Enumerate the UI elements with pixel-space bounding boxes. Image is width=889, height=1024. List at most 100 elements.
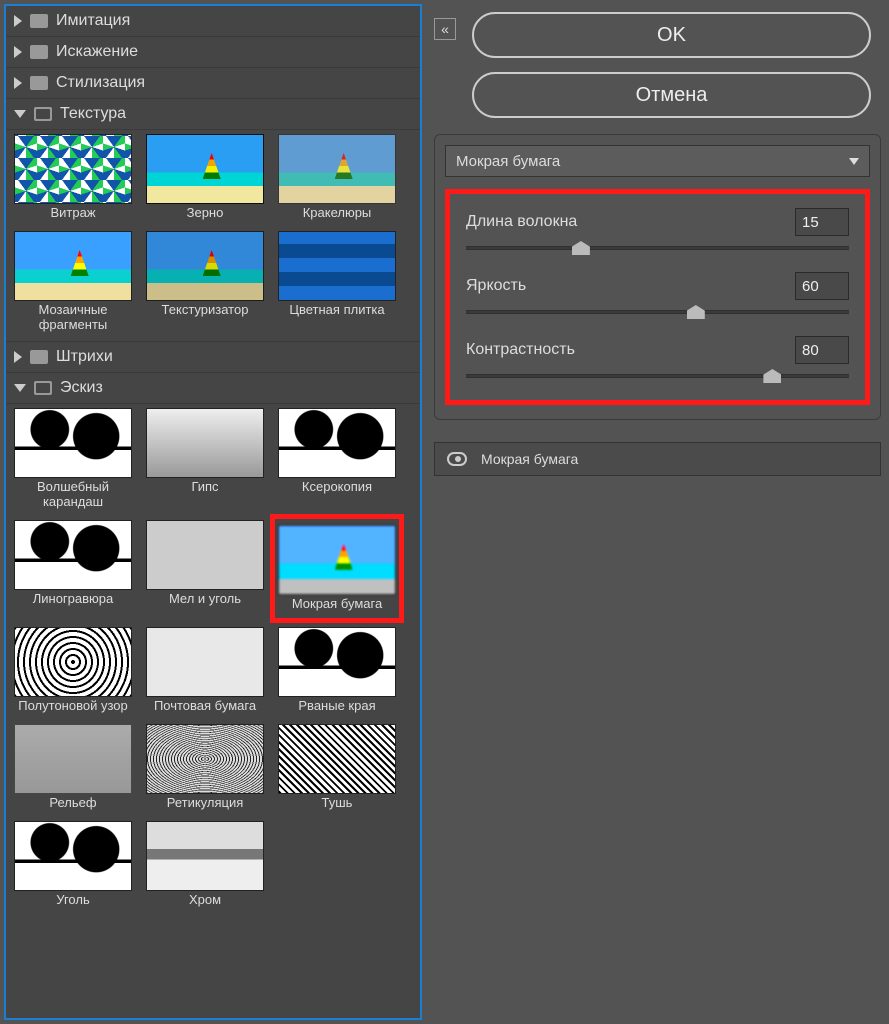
thumb-preview bbox=[14, 821, 132, 891]
filter-thumb-note-paper[interactable]: Почтовая бумага bbox=[144, 627, 266, 714]
slider-thumb[interactable] bbox=[687, 305, 705, 319]
thumb-preview bbox=[14, 134, 132, 204]
filter-thumb-torn-edges[interactable]: Рваные края bbox=[276, 627, 398, 714]
cancel-button[interactable]: Отмена bbox=[472, 72, 871, 118]
thumb-preview bbox=[14, 520, 132, 590]
filter-thumb-conte-crayon[interactable]: Волшебный карандаш bbox=[12, 408, 134, 510]
thumb-label: Мозаичные фрагменты bbox=[12, 303, 134, 333]
thumb-preview bbox=[146, 821, 264, 891]
filter-thumb-lino[interactable]: Линогравюра bbox=[12, 520, 134, 617]
filter-thumb-graphic-pen[interactable]: Тушь bbox=[276, 724, 398, 811]
thumb-label: Цветная плитка bbox=[289, 303, 384, 318]
param-label: Яркость bbox=[466, 277, 526, 295]
thumb-label: Ретикуляция bbox=[167, 796, 244, 811]
thumb-label: Витраж bbox=[50, 206, 95, 221]
category-label: Эскиз bbox=[60, 379, 103, 397]
filter-thumb-water-paper[interactable]: Мокрая бумага bbox=[270, 514, 404, 623]
thumb-label: Полутоновой узор bbox=[18, 699, 127, 714]
filter-thumb-texturizer[interactable]: Текстуризатор bbox=[144, 231, 266, 333]
folder-open-icon bbox=[34, 107, 52, 121]
folder-icon bbox=[30, 76, 48, 90]
visibility-eye-icon[interactable] bbox=[447, 452, 467, 466]
brightness-input[interactable] bbox=[795, 272, 849, 300]
filter-thumb-stained-glass[interactable]: Витраж bbox=[12, 134, 134, 221]
thumb-preview bbox=[146, 134, 264, 204]
filter-thumb-reticulation[interactable]: Ретикуляция bbox=[144, 724, 266, 811]
filter-thumb-patchwork[interactable]: Цветная плитка bbox=[276, 231, 398, 333]
thumb-label: Волшебный карандаш bbox=[12, 480, 134, 510]
thumb-preview bbox=[14, 627, 132, 697]
filter-thumb-photocopy[interactable]: Ксерокопия bbox=[276, 408, 398, 510]
filter-thumb-craquelure[interactable]: Кракелюры bbox=[276, 134, 398, 221]
contrast-slider[interactable] bbox=[466, 374, 849, 378]
category-label: Имитация bbox=[56, 12, 130, 30]
ok-button[interactable]: OK bbox=[472, 12, 871, 58]
effect-layer-row[interactable]: Мокрая бумага bbox=[434, 442, 881, 476]
folder-icon bbox=[30, 350, 48, 364]
thumb-label: Зерно bbox=[187, 206, 224, 221]
slider-thumb[interactable] bbox=[763, 369, 781, 383]
filter-thumb-chrome[interactable]: Хром bbox=[144, 821, 266, 908]
filter-thumb-halftone[interactable]: Полутоновой узор bbox=[12, 627, 134, 714]
filter-thumb-bas-relief[interactable]: Рельеф bbox=[12, 724, 134, 811]
filter-params-section: Мокрая бумага Длина волокна Яркость bbox=[434, 134, 881, 420]
thumb-preview bbox=[278, 408, 396, 478]
category-texture[interactable]: Текстура bbox=[6, 99, 420, 130]
chevron-down-icon bbox=[849, 158, 859, 165]
thumb-preview bbox=[14, 724, 132, 794]
button-label: Отмена bbox=[636, 84, 708, 107]
thumb-label: Гипс bbox=[191, 480, 218, 495]
thumb-preview bbox=[146, 231, 264, 301]
texture-thumbs: Витраж Зерно Кракелюры Мозаичные фрагмен… bbox=[6, 130, 420, 342]
param-label: Длина волокна bbox=[466, 213, 577, 231]
thumb-preview bbox=[278, 724, 396, 794]
thumb-preview bbox=[146, 627, 264, 697]
thumb-label: Мел и уголь bbox=[169, 592, 241, 607]
filter-thumb-chalk-charcoal[interactable]: Мел и уголь bbox=[144, 520, 266, 617]
filter-thumb-grain[interactable]: Зерно bbox=[144, 134, 266, 221]
category-label: Текстура bbox=[60, 105, 126, 123]
filter-thumb-charcoal[interactable]: Уголь bbox=[12, 821, 134, 908]
thumb-label: Почтовая бумага bbox=[154, 699, 256, 714]
thumb-preview bbox=[14, 231, 132, 301]
fiber-length-input[interactable] bbox=[795, 208, 849, 236]
dropdown-value: Мокрая бумага bbox=[456, 153, 560, 170]
disclosure-icon bbox=[14, 110, 26, 118]
folder-icon bbox=[30, 14, 48, 28]
filter-select-dropdown[interactable]: Мокрая бумага bbox=[445, 145, 870, 177]
thumb-preview bbox=[278, 134, 396, 204]
folder-icon bbox=[30, 45, 48, 59]
collapse-gallery-button[interactable]: « bbox=[434, 18, 456, 40]
category-label: Штрихи bbox=[56, 348, 113, 366]
category-sketch[interactable]: Эскиз bbox=[6, 373, 420, 404]
effect-layer-label: Мокрая бумага bbox=[481, 451, 578, 467]
category-imitation[interactable]: Имитация bbox=[6, 6, 420, 37]
thumb-preview bbox=[146, 408, 264, 478]
params-highlight-box: Длина волокна Яркость Контрастность bbox=[445, 189, 870, 405]
category-stylize[interactable]: Стилизация bbox=[6, 68, 420, 99]
param-contrast: Контрастность bbox=[466, 336, 849, 378]
filter-thumb-plaster[interactable]: Гипс bbox=[144, 408, 266, 510]
disclosure-icon bbox=[14, 351, 22, 363]
thumb-label: Тушь bbox=[322, 796, 353, 811]
thumb-preview bbox=[278, 231, 396, 301]
chevrons-icon: « bbox=[441, 21, 449, 37]
category-distort[interactable]: Искажение bbox=[6, 37, 420, 68]
disclosure-icon bbox=[14, 46, 22, 58]
thumb-label: Текстуризатор bbox=[162, 303, 249, 318]
thumb-label: Рельеф bbox=[49, 796, 96, 811]
param-brightness: Яркость bbox=[466, 272, 849, 314]
thumb-label: Мокрая бумага bbox=[292, 597, 382, 612]
category-strokes[interactable]: Штрихи bbox=[6, 342, 420, 373]
disclosure-icon bbox=[14, 384, 26, 392]
slider-thumb[interactable] bbox=[572, 241, 590, 255]
contrast-input[interactable] bbox=[795, 336, 849, 364]
thumb-preview bbox=[278, 525, 396, 595]
param-fiber-length: Длина волокна bbox=[466, 208, 849, 250]
thumb-preview bbox=[278, 627, 396, 697]
brightness-slider[interactable] bbox=[466, 310, 849, 314]
thumb-label: Линогравюра bbox=[33, 592, 114, 607]
filter-thumb-mosaic-tiles[interactable]: Мозаичные фрагменты bbox=[12, 231, 134, 333]
fiber-length-slider[interactable] bbox=[466, 246, 849, 250]
thumb-preview bbox=[146, 724, 264, 794]
